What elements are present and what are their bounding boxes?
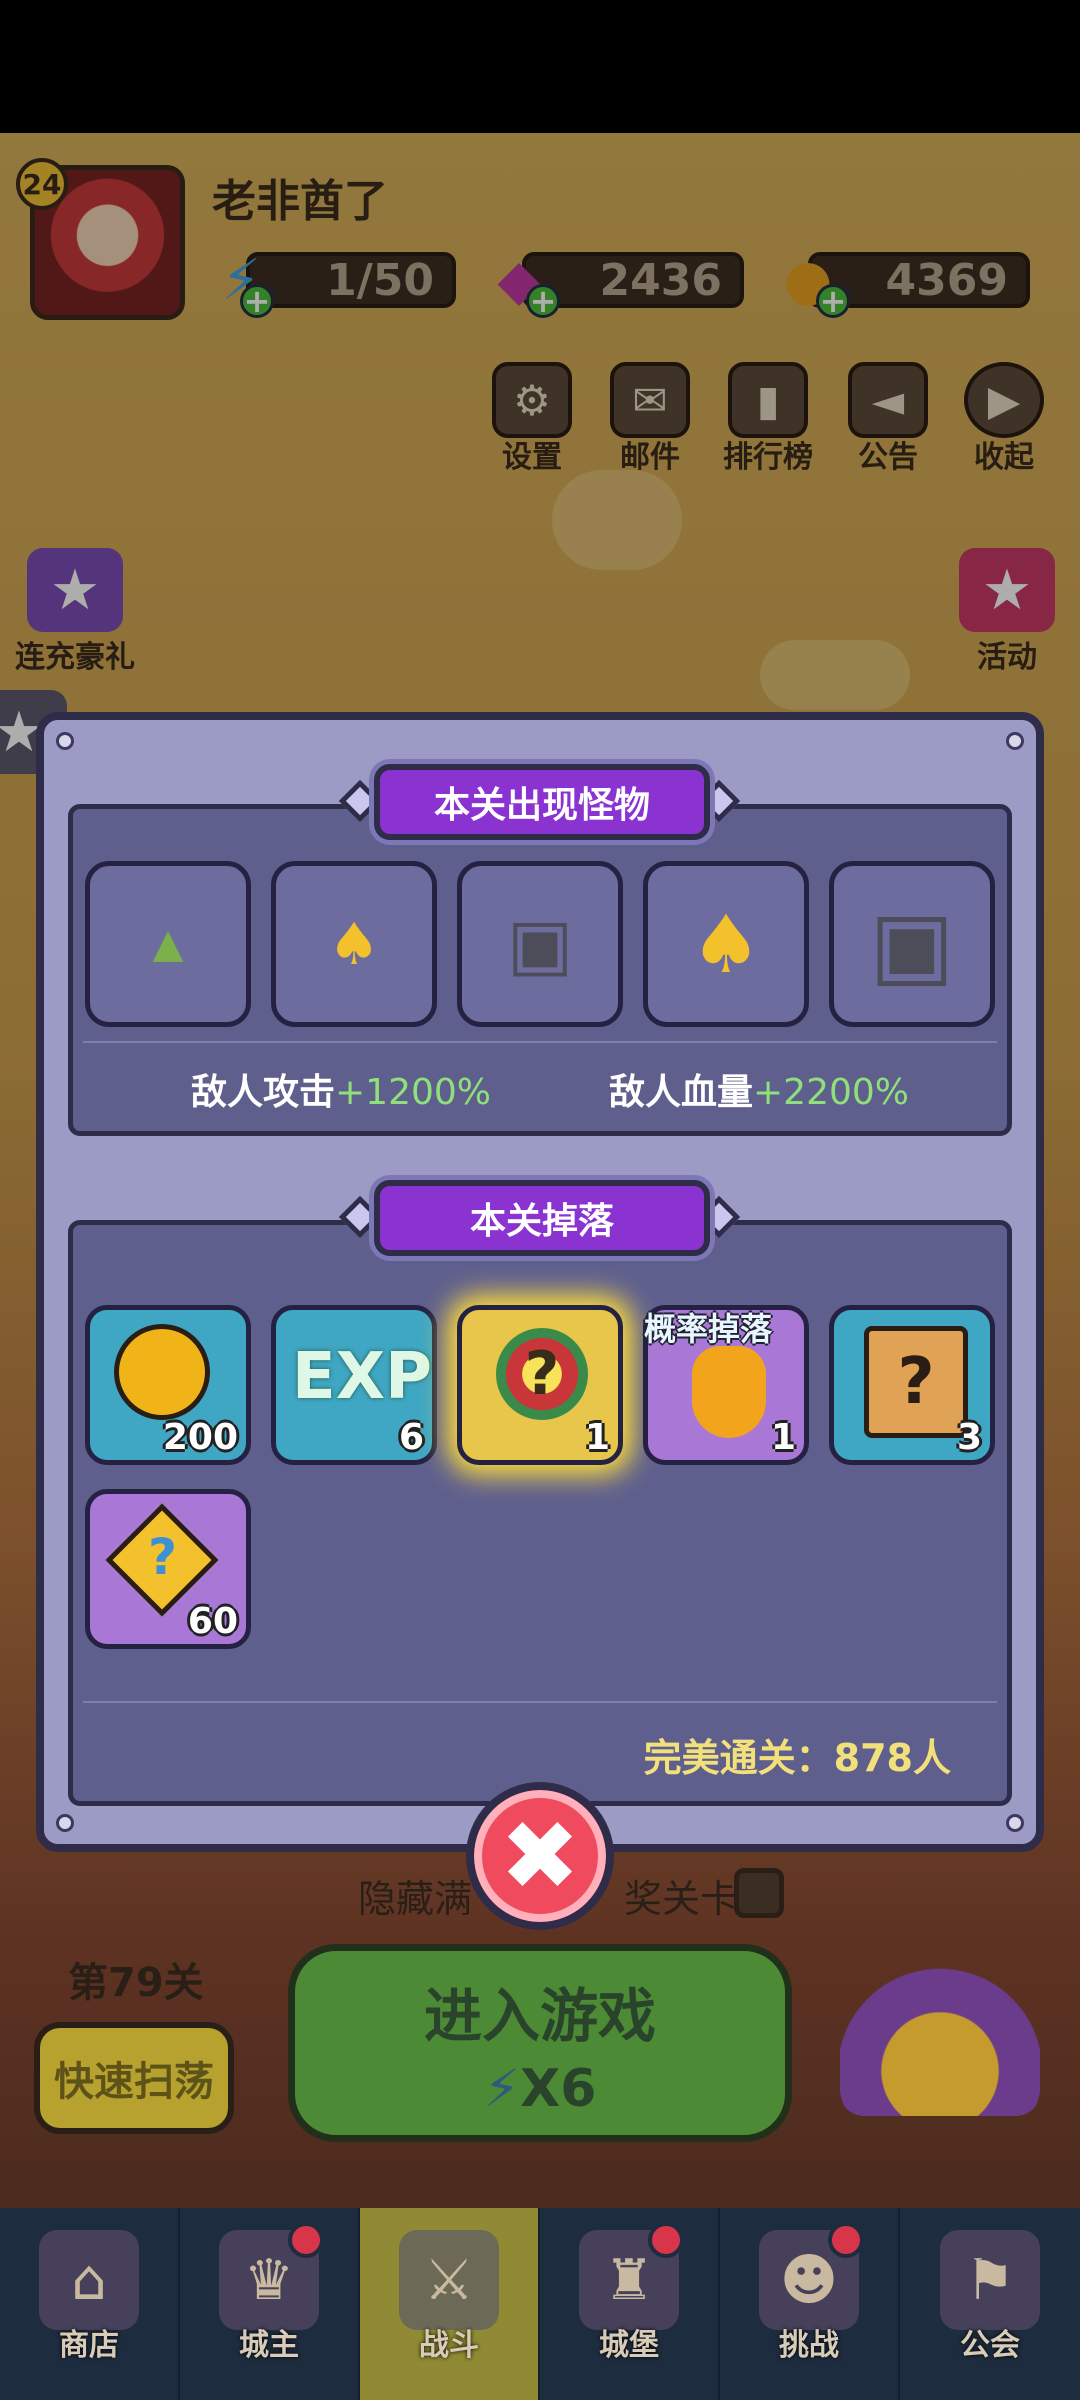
coin-icon <box>114 1324 210 1420</box>
enemy-hp-value: +2200% <box>753 1072 910 1113</box>
drop-slot[interactable]: ? 60 <box>85 1489 251 1649</box>
nav-lord-label: 城主 <box>239 2328 299 2363</box>
rivet <box>56 1814 74 1832</box>
enter-cost: ⚡X6 <box>295 2059 785 2119</box>
enemy-hp-stat: 敌人血量+2200% <box>609 1063 909 1115</box>
hide-completed-checkbox[interactable] <box>734 1868 784 1918</box>
drop-count: 1 <box>584 1417 610 1458</box>
nav-shop[interactable]: ⌂ 商店 <box>0 2208 180 2400</box>
guild-banner-icon: ⚑ <box>940 2230 1040 2330</box>
nav-battle[interactable]: ⚔ 战斗 <box>360 2208 540 2400</box>
monster-slot[interactable]: ▲ <box>85 861 251 1027</box>
bottom-nav: ⌂ 商店 ♛ 城主 ⚔ 战斗 ♜ 城堡 ☻ 挑战 ⚑ 公会 <box>0 2208 1080 2400</box>
drop-slot[interactable]: ? 3 <box>829 1305 995 1465</box>
quick-sweep-button[interactable]: 快速扫荡 <box>34 2022 234 2134</box>
goblin-monster-icon: ▲ <box>152 921 184 967</box>
enemy-attack-stat: 敌人攻击+1200% <box>191 1063 491 1115</box>
monsters-title-banner: 本关出现怪物 <box>374 764 710 840</box>
monster-slot[interactable]: ▣ <box>457 861 623 1027</box>
enter-cost-value: X6 <box>520 2059 597 2119</box>
drops-title-banner: 本关掉落 <box>374 1180 710 1256</box>
divider <box>83 1041 997 1043</box>
rivet <box>56 732 74 750</box>
rivet <box>1006 732 1024 750</box>
armored-knight-monster-icon: ▣ <box>506 903 574 985</box>
armored-knight-monster-icon: ▣ <box>869 891 955 997</box>
mystery-scroll-icon: ? <box>864 1326 968 1438</box>
mystery-gems-icon: ? <box>496 1328 588 1420</box>
divider <box>83 1701 997 1703</box>
shop-icon: ⌂ <box>39 2230 139 2330</box>
drop-count: 6 <box>398 1417 424 1458</box>
drops-panel: 200 EXP 6 ? 1 概率掉落 1 ? 3 ? 60 完美通关：878人 <box>68 1220 1012 1806</box>
close-icon: ✖ <box>499 1800 581 1912</box>
enemy-hp-label: 敌人血量 <box>609 1072 754 1113</box>
chance-drop-tag: 概率掉落 <box>644 1310 773 1348</box>
drop-slot[interactable]: 200 <box>85 1305 251 1465</box>
nav-guild[interactable]: ⚑ 公会 <box>900 2208 1080 2400</box>
enemy-attack-value: +1200% <box>335 1072 492 1113</box>
nav-challenge[interactable]: ☻ 挑战 <box>720 2208 900 2400</box>
enter-game-label: 进入游戏 <box>423 1982 656 2050</box>
lightning-icon: ⚡ <box>483 2059 521 2119</box>
drop-slot[interactable]: EXP 6 <box>271 1305 437 1465</box>
fire-spirit-monster-icon: ♠ <box>328 910 380 978</box>
nav-battle-label: 战斗 <box>419 2328 479 2363</box>
monsters-panel: ▲ ♠ ▣ ♠ ▣ 敌人攻击+1200% 敌人血量+2200% <box>68 804 1012 1136</box>
treasure-chest-icon[interactable] <box>840 1966 1040 2116</box>
nav-challenge-label: 挑战 <box>779 2328 839 2363</box>
drop-slot[interactable]: ? 1 <box>457 1305 623 1465</box>
rivet <box>1006 1814 1024 1832</box>
fire-spirit-monster-icon: ♠ <box>690 897 762 991</box>
notification-dot <box>648 2222 684 2258</box>
notification-dot <box>828 2222 864 2258</box>
nav-lord[interactable]: ♛ 城主 <box>180 2208 360 2400</box>
drop-count: 3 <box>956 1417 982 1458</box>
nav-shop-label: 商店 <box>59 2328 119 2363</box>
question-mark: ? <box>148 1528 178 1586</box>
drop-slot[interactable]: 概率掉落 1 <box>643 1305 809 1465</box>
monster-slot[interactable]: ♠ <box>643 861 809 1027</box>
enter-game-button[interactable]: 进入游戏 ⚡X6 <box>288 1944 792 2142</box>
exp-icon: EXP <box>292 1340 432 1414</box>
fire-crystal-icon <box>692 1346 766 1438</box>
monster-slot[interactable]: ♠ <box>271 861 437 1027</box>
close-button[interactable]: ✖ <box>466 1782 614 1930</box>
crossed-swords-icon: ⚔ <box>399 2230 499 2330</box>
enemy-attack-label: 敌人攻击 <box>191 1072 336 1113</box>
nav-castle[interactable]: ♜ 城堡 <box>540 2208 720 2400</box>
nav-guild-label: 公会 <box>960 2328 1020 2363</box>
drop-count: 60 <box>187 1601 238 1642</box>
monster-slot[interactable]: ▣ <box>829 861 995 1027</box>
stage-label: 第79关 <box>68 1960 204 2006</box>
perfect-clear-count: 完美通关：878人 <box>643 1736 951 1780</box>
stage-info-dialog: ▲ ♠ ▣ ♠ ▣ 敌人攻击+1200% 敌人血量+2200% 本关出现怪物 2… <box>36 712 1044 1852</box>
notification-dot <box>288 2222 324 2258</box>
drop-count: 200 <box>162 1417 238 1458</box>
drop-count: 1 <box>770 1417 796 1458</box>
nav-castle-label: 城堡 <box>599 2328 659 2363</box>
